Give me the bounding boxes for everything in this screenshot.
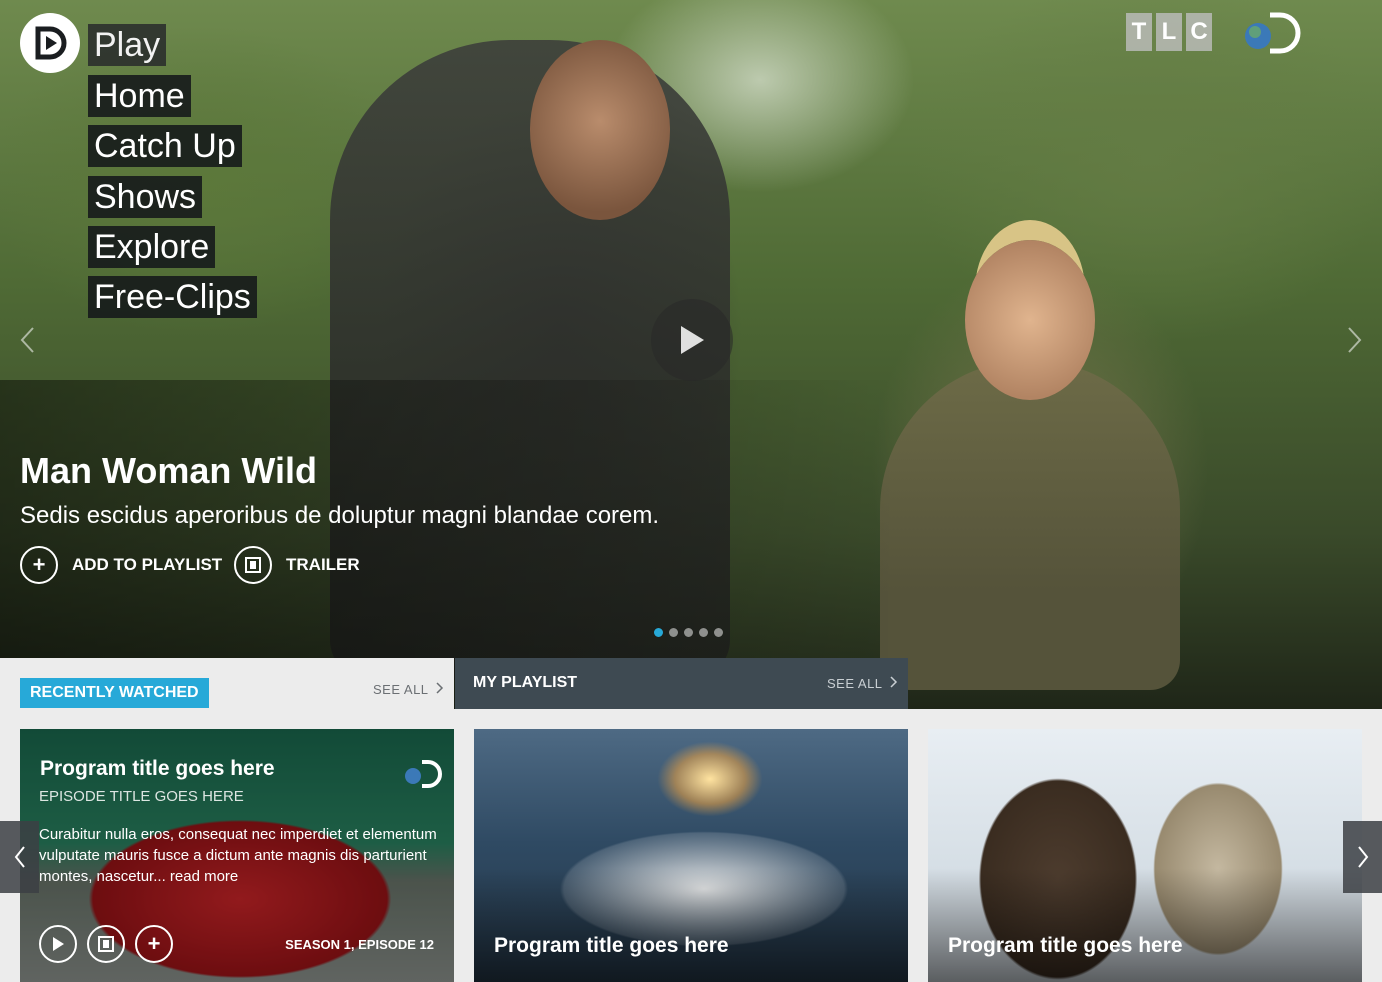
card-trailer-button[interactable] bbox=[87, 925, 125, 963]
play-icon bbox=[53, 937, 64, 951]
hero-title: Man Woman Wild bbox=[20, 450, 317, 491]
nav-item-shows[interactable]: Shows bbox=[88, 176, 203, 218]
program-card[interactable]: Program title goes here bbox=[474, 729, 908, 982]
carousel-next-button[interactable] bbox=[1343, 821, 1382, 893]
hero-banner: Play Home Catch Up Shows Explore Free-Cl… bbox=[0, 0, 1382, 709]
program-card[interactable]: Program title goes here EPISODE TITLE GO… bbox=[20, 729, 454, 982]
chevron-left-icon bbox=[20, 327, 34, 353]
card-description: Curabitur nulla eros, consequat nec impe… bbox=[39, 826, 437, 885]
recently-watched-see-all[interactable]: SEE ALL bbox=[373, 682, 444, 697]
program-card[interactable]: Program title goes here bbox=[928, 729, 1362, 982]
chevron-left-icon bbox=[14, 846, 25, 868]
hero-next-arrow[interactable] bbox=[1346, 325, 1364, 363]
tlc-letter: C bbox=[1186, 13, 1212, 51]
chevron-right-icon bbox=[1348, 327, 1362, 353]
card-title: Program title goes here bbox=[948, 934, 1183, 957]
see-all-label: SEE ALL bbox=[827, 676, 883, 691]
card-add-button[interactable]: + bbox=[135, 925, 173, 963]
discovery-channel-logo[interactable] bbox=[1244, 12, 1302, 54]
nav-play[interactable]: Play bbox=[88, 24, 167, 66]
add-to-playlist-button[interactable]: + ADD TO PLAYLIST bbox=[20, 546, 222, 584]
hero-person-man-head bbox=[530, 40, 670, 220]
plus-icon: + bbox=[20, 546, 58, 584]
discovery-play-logo[interactable] bbox=[20, 13, 80, 73]
carousel-prev-button[interactable] bbox=[0, 821, 39, 893]
card-title: Program title goes here bbox=[494, 934, 729, 957]
discovery-logo-icon bbox=[35, 26, 67, 60]
hero-play-button[interactable] bbox=[651, 299, 733, 381]
card-episode-title: EPISODE TITLE GOES HERE bbox=[39, 788, 244, 805]
nav-item-home[interactable]: Home bbox=[88, 75, 191, 117]
recently-watched-label[interactable]: RECENTLY WATCHED bbox=[20, 678, 209, 708]
chevron-right-icon bbox=[890, 676, 898, 688]
hero-prev-arrow[interactable] bbox=[18, 325, 36, 363]
plus-icon: + bbox=[147, 931, 161, 956]
card-title: Program title goes here bbox=[40, 757, 275, 780]
film-icon bbox=[98, 936, 114, 952]
hero-person-woman-head bbox=[965, 240, 1095, 400]
add-to-playlist-label: ADD TO PLAYLIST bbox=[72, 555, 223, 574]
recently-watched-header: RECENTLY WATCHED SEE ALL bbox=[0, 658, 454, 709]
pagination-dot[interactable] bbox=[669, 628, 678, 637]
card-season-episode: SEASON 1, EPISODE 12 bbox=[285, 937, 434, 952]
card-controls: + bbox=[39, 925, 173, 963]
chevron-right-icon bbox=[1357, 846, 1368, 868]
my-playlist-label[interactable]: MY PLAYLIST bbox=[473, 674, 577, 692]
my-playlist-header: MY PLAYLIST SEE ALL bbox=[455, 658, 908, 709]
nav-item-explore[interactable]: Explore bbox=[88, 226, 216, 268]
pagination-dot[interactable] bbox=[654, 628, 663, 637]
discovery-logo-icon bbox=[405, 760, 442, 788]
trailer-label: TRAILER bbox=[286, 555, 360, 574]
hero-person-woman bbox=[880, 360, 1180, 690]
pagination-dot[interactable] bbox=[714, 628, 723, 637]
tlc-letter: L bbox=[1156, 13, 1182, 51]
nav-item-catch-up[interactable]: Catch Up bbox=[88, 125, 242, 167]
trailer-button[interactable]: TRAILER bbox=[234, 546, 360, 584]
film-icon bbox=[234, 546, 272, 584]
tlc-letter: T bbox=[1126, 13, 1152, 51]
nav-item-free-clips[interactable]: Free-Clips bbox=[88, 276, 257, 318]
my-playlist-see-all[interactable]: SEE ALL bbox=[827, 676, 898, 691]
play-icon bbox=[681, 326, 704, 354]
pagination-dot[interactable] bbox=[684, 628, 693, 637]
hero-pagination bbox=[654, 628, 723, 637]
chevron-right-icon bbox=[436, 682, 444, 694]
tlc-channel-logo[interactable]: T L C bbox=[1126, 13, 1212, 51]
hero-description: Sedis escidus aperoribus de doluptur mag… bbox=[20, 502, 660, 529]
see-all-label: SEE ALL bbox=[373, 682, 429, 697]
pagination-dot[interactable] bbox=[699, 628, 708, 637]
card-play-button[interactable] bbox=[39, 925, 77, 963]
